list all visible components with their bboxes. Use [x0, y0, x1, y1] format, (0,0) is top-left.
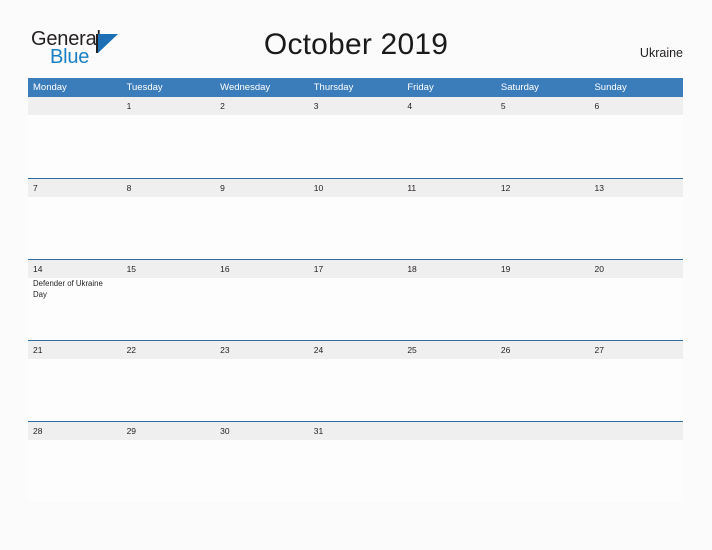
day-number: 1 — [126, 101, 132, 111]
calendar-day-cell[interactable]: 9 — [215, 179, 309, 259]
day-number: 26 — [500, 345, 511, 355]
day-number: 7 — [33, 183, 38, 193]
day-number: 12 — [500, 183, 511, 193]
calendar-day-cell[interactable]: 21 — [28, 341, 122, 421]
calendar-day-cell-empty — [496, 422, 590, 502]
calendar-day-cell[interactable]: 26 — [496, 341, 590, 421]
calendar-day-cell[interactable]: 12 — [496, 179, 590, 259]
weekday-header-wednesday: Wednesday — [220, 82, 271, 93]
day-number: 9 — [220, 183, 225, 193]
calendar-week-row: 21 22 23 24 25 26 27 — [28, 340, 683, 421]
day-number: 24 — [313, 345, 324, 355]
weekday-header-thursday: Thursday — [313, 82, 354, 93]
day-number: 17 — [313, 264, 324, 274]
day-number: 20 — [594, 264, 604, 274]
day-number — [501, 422, 586, 440]
day-number: 28 — [33, 426, 43, 436]
day-number: 2 — [220, 101, 225, 111]
calendar-day-cell[interactable]: 10 — [309, 179, 403, 259]
calendar-day-cell-empty — [28, 97, 122, 178]
calendar-weeks: 1 2 3 4 5 6 7 8 9 10 11 12 13 14 Defender of Ukraine D… — [28, 97, 683, 502]
day-number: 15 — [126, 264, 137, 274]
calendar-week-row: 7 8 9 10 11 12 13 — [28, 178, 683, 259]
holiday-label: Defender of Ukraine Day — [33, 279, 103, 299]
day-number: 11 — [407, 183, 417, 193]
calendar-day-cell[interactable]: 6 — [589, 97, 683, 178]
calendar-day-cell[interactable]: 23 — [215, 341, 309, 421]
weekday-header-tuesday: Tuesday — [126, 82, 163, 93]
calendar-day-cell[interactable]: 5 — [496, 97, 590, 178]
calendar-grid: Monday Tuesday Wednesday Thursday Friday Satu… — [28, 78, 683, 502]
calendar-week-row: 14 Defender of Ukraine Day 15 16 17 18 19 20 — [28, 259, 683, 340]
calendar-day-cell[interactable]: 14 Defender of Ukraine Day — [28, 260, 122, 340]
calendar-week-row: 1 2 3 4 5 6 — [28, 97, 683, 178]
calendar-day-cell[interactable]: 15 — [122, 260, 216, 340]
page-header: General Blue October 2019 Ukraine — [0, 0, 712, 78]
day-number: 10 — [313, 183, 324, 193]
calendar-day-cell[interactable]: 8 — [122, 179, 216, 259]
day-number: 30 — [220, 426, 230, 436]
day-number: 4 — [407, 101, 413, 111]
weekday-header-sunday: Sunday — [594, 82, 627, 93]
day-number: 3 — [313, 101, 319, 111]
weekday-header-saturday: Saturday — [500, 82, 539, 93]
weekday-header-friday: Friday — [407, 82, 434, 93]
day-number — [594, 422, 679, 440]
weekday-header-monday: Monday — [33, 82, 67, 93]
calendar-week-row: 28 29 30 31 — [28, 421, 683, 502]
day-number — [407, 422, 492, 440]
calendar-day-cell[interactable]: 28 — [28, 422, 122, 502]
calendar-day-cell[interactable]: 30 — [215, 422, 309, 502]
calendar-day-cell[interactable]: 31 — [309, 422, 403, 502]
calendar-day-cell[interactable]: 2 — [215, 97, 309, 178]
day-number: 14 — [33, 264, 43, 274]
day-number: 16 — [220, 264, 230, 274]
calendar-day-cell[interactable]: 13 — [589, 179, 683, 259]
country-label: Ukraine — [639, 46, 683, 60]
page-title: October 2019 — [263, 28, 449, 61]
calendar-day-cell-empty — [402, 422, 496, 502]
calendar-day-cell[interactable]: 3 — [309, 97, 403, 178]
calendar-day-cell[interactable]: 20 — [589, 260, 683, 340]
weekday-header-row: Monday Tuesday Wednesday Thursday Friday Satu… — [28, 78, 683, 97]
day-number: 23 — [220, 345, 230, 355]
day-number: 25 — [407, 345, 417, 355]
calendar-day-cell[interactable]: 7 — [28, 179, 122, 259]
calendar-day-cell-empty — [589, 422, 683, 502]
calendar-day-cell[interactable]: 18 — [402, 260, 496, 340]
day-number: 6 — [594, 101, 600, 111]
day-number — [33, 97, 118, 115]
calendar-day-cell[interactable]: 4 — [402, 97, 496, 178]
day-number: 8 — [126, 183, 132, 193]
day-number: 18 — [407, 264, 417, 274]
calendar-day-cell[interactable]: 19 — [496, 260, 590, 340]
day-number: 19 — [500, 264, 511, 274]
day-number: 31 — [313, 426, 324, 436]
calendar-day-cell[interactable]: 17 — [309, 260, 403, 340]
day-number: 27 — [594, 345, 604, 355]
day-number: 29 — [126, 426, 137, 436]
calendar-day-cell[interactable]: 11 — [402, 179, 496, 259]
day-number: 21 — [33, 345, 43, 355]
calendar-day-cell[interactable]: 27 — [589, 341, 683, 421]
calendar-page: General Blue October 2019 Ukraine Monday… — [0, 0, 712, 550]
day-number: 5 — [500, 101, 506, 111]
calendar-day-cell[interactable]: 16 — [215, 260, 309, 340]
calendar-day-cell[interactable]: 24 — [309, 341, 403, 421]
calendar-day-cell[interactable]: 29 — [122, 422, 216, 502]
day-number: 13 — [594, 183, 604, 193]
calendar-day-cell[interactable]: 25 — [402, 341, 496, 421]
calendar-day-cell[interactable]: 1 — [122, 97, 216, 178]
calendar-day-cell[interactable]: 22 — [122, 341, 216, 421]
day-number: 22 — [126, 345, 137, 355]
